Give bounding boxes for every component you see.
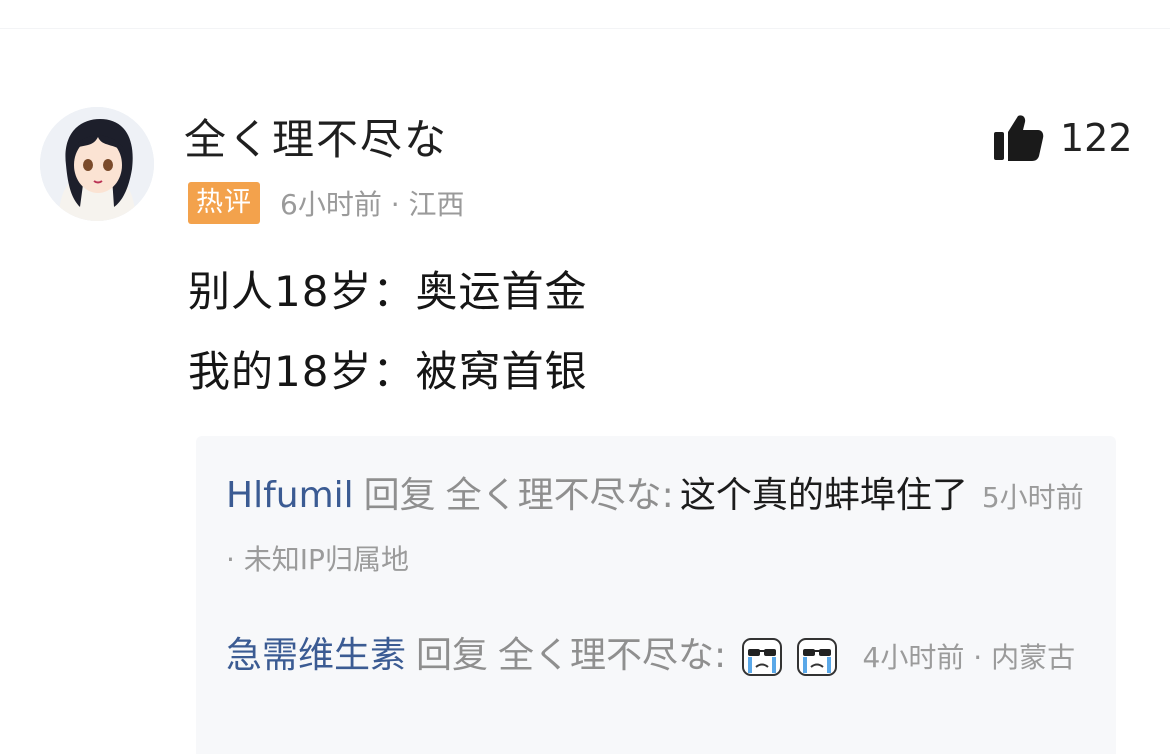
like-button[interactable]: 122 <box>994 110 1133 166</box>
avatar-image <box>40 107 154 221</box>
comment-page: 全く理不尽な 122 热评 6小时前 · 江西 别人18岁：奥运首金 我的18岁… <box>0 0 1170 754</box>
reply-verb: 回复 <box>416 635 489 676</box>
reply-item[interactable]: Hlfumil 回复 全く理不尽な: 这个真的蚌埠住了 5小时前 · 未知IP归属地 <box>226 466 1086 590</box>
reply-target-user[interactable]: 全く理不尽な <box>498 635 714 676</box>
comment-line: 别人18岁：奥运首金 <box>188 267 588 316</box>
reply-text: 这个真的蚌埠住了 <box>679 475 968 516</box>
comment-content[interactable]: 别人18岁：奥运首金 我的18岁：被窝首银 <box>188 252 587 412</box>
reply-item[interactable]: 急需维生素 回复 全く理不尽な: 4小时前 · 内蒙古 <box>226 626 1086 688</box>
reply-colon: : <box>661 475 674 516</box>
reply-verb: 回复 <box>363 475 436 516</box>
comment-line: 我的18岁：被窝首银 <box>188 347 588 396</box>
reply-colon: : <box>714 635 727 676</box>
avatar[interactable] <box>40 107 154 221</box>
hot-comment-badge: 热评 <box>188 182 260 224</box>
crying-emoji-icon <box>797 638 838 676</box>
comment-time-location: 6小时前 · 江西 <box>280 188 465 221</box>
crying-emoji-icon <box>741 638 782 676</box>
like-count: 122 <box>1060 116 1133 160</box>
reply-target-user[interactable]: 全く理不尽な <box>446 475 662 516</box>
thumbs-up-icon <box>994 115 1044 161</box>
comment-username[interactable]: 全く理不尽な <box>184 112 448 168</box>
replies-panel: Hlfumil 回复 全く理不尽な: 这个真的蚌埠住了 5小时前 · 未知IP归属地 急… <box>196 436 1116 754</box>
reply-username[interactable]: Hlfumil <box>226 475 354 516</box>
comment-meta: 热评 6小时前 · 江西 <box>188 180 465 226</box>
divider <box>0 28 1170 29</box>
reply-meta: 4小时前 · 内蒙古 <box>862 641 1076 674</box>
reply-username[interactable]: 急需维生素 <box>226 635 406 676</box>
